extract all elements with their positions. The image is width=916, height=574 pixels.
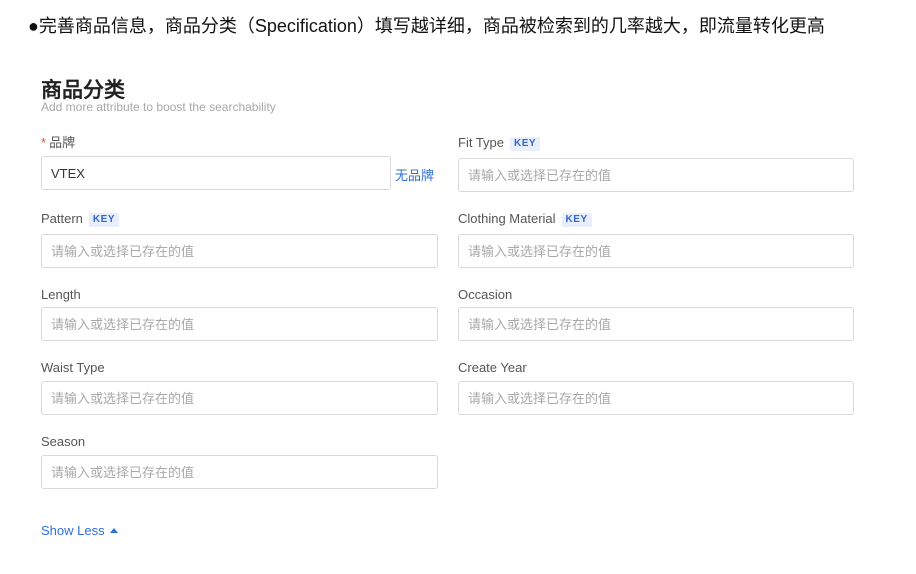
season-input[interactable]: [41, 455, 438, 489]
pattern-input[interactable]: [41, 234, 438, 268]
section-subtitle: Add more attribute to boost the searchab…: [41, 100, 276, 114]
brand-input[interactable]: [41, 156, 391, 190]
key-badge: KEY: [88, 213, 119, 227]
create-year-label: Create Year: [458, 360, 527, 375]
fit-type-label: Fit Type KEY: [458, 135, 541, 151]
show-less-button[interactable]: Show Less: [41, 523, 118, 538]
clothing-material-label: Clothing Material KEY: [458, 211, 592, 227]
waist-type-label: Waist Type: [41, 360, 105, 375]
pattern-label: Pattern KEY: [41, 211, 119, 227]
pattern-label-text: Pattern: [41, 211, 83, 226]
season-label: Season: [41, 434, 86, 449]
fit-type-input[interactable]: [458, 158, 854, 192]
key-badge: KEY: [561, 213, 592, 227]
occasion-input[interactable]: [458, 307, 854, 341]
show-less-label: Show Less: [41, 523, 105, 538]
brand-label-text: 品牌: [49, 135, 76, 150]
brand-label: * 品牌: [41, 135, 75, 151]
clothing-material-input[interactable]: [458, 234, 854, 268]
clothing-material-label-text: Clothing Material: [458, 211, 556, 226]
length-input[interactable]: [41, 307, 438, 341]
caret-up-icon: [109, 528, 118, 533]
info-tip: ●完善商品信息，商品分类（Specification）填写越详细，商品被检索到的…: [28, 16, 825, 36]
no-brand-link[interactable]: 无品牌: [395, 165, 434, 184]
waist-type-input[interactable]: [41, 381, 438, 415]
length-label: Length: [41, 287, 81, 302]
required-mark: *: [41, 135, 47, 150]
key-badge: KEY: [510, 137, 541, 151]
create-year-input[interactable]: [458, 381, 854, 415]
occasion-label: Occasion: [458, 287, 513, 302]
fit-type-label-text: Fit Type: [458, 135, 505, 150]
